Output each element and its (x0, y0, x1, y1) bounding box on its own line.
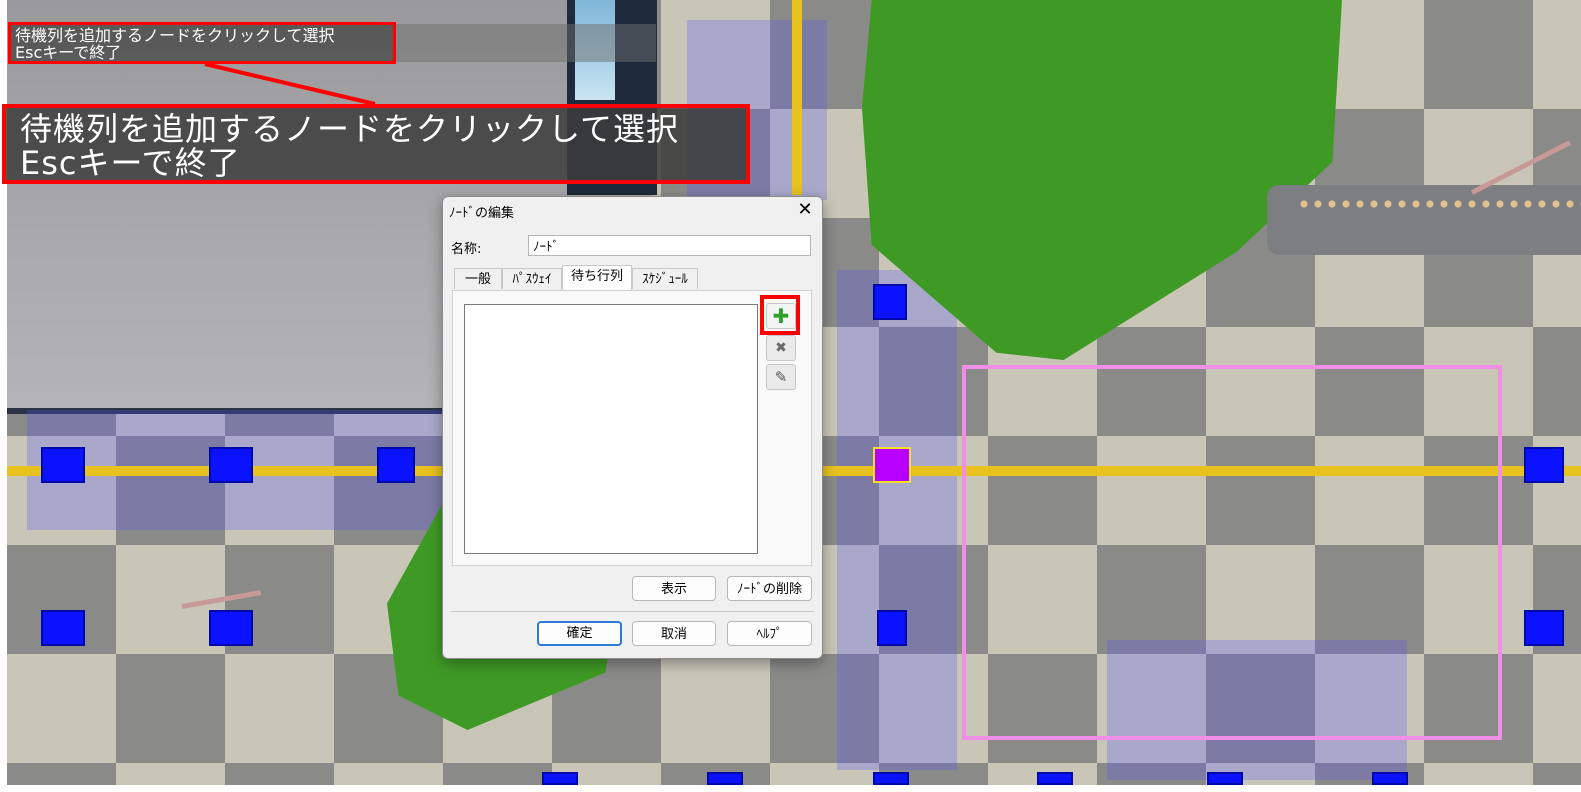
show-button[interactable]: 表示 (632, 576, 716, 601)
dialog-title: ﾉｰﾄﾞの編集 (449, 206, 515, 221)
add-icon[interactable]: ✚ (766, 303, 796, 329)
area-frame (962, 365, 1502, 740)
delete-node-button[interactable]: ﾉｰﾄﾞの削除 (727, 576, 812, 601)
conveyor-object (1267, 185, 1581, 255)
name-input[interactable] (528, 235, 811, 256)
cancel-button[interactable]: 取消 (632, 621, 716, 646)
conveyor-rollers (1297, 198, 1581, 210)
node[interactable] (542, 772, 578, 785)
divider (451, 611, 814, 612)
node[interactable] (209, 447, 253, 483)
tab-pathway[interactable]: ﾊﾟｽｳｪｲ (502, 268, 562, 289)
node[interactable] (1372, 772, 1408, 785)
queue-list[interactable] (464, 304, 758, 554)
node[interactable] (41, 447, 85, 483)
node[interactable] (1037, 772, 1073, 785)
node[interactable] (377, 447, 415, 483)
name-label: 名称: (451, 242, 482, 257)
tab-schedule[interactable]: ｽｹｼﾞｭｰﾙ (632, 268, 698, 289)
queue-panel (452, 290, 812, 566)
node-edit-dialog: ﾉｰﾄﾞの編集 ✕ 名称: 一般 ﾊﾟｽｳｪｲ 待ち行列 ｽｹｼﾞｭｰﾙ ✚ ✖… (442, 196, 823, 659)
instruction-line-1-large: 待機列を追加するノードをクリックして選択 (20, 110, 680, 148)
path-track (792, 0, 802, 195)
close-icon[interactable]: ✕ (794, 199, 816, 221)
node[interactable] (873, 284, 907, 320)
tab-general[interactable]: 一般 (454, 268, 502, 289)
node[interactable] (1524, 447, 1564, 483)
tab-queue[interactable]: 待ち行列 (562, 265, 632, 290)
path-glow (837, 270, 957, 770)
selected-node[interactable] (873, 447, 911, 483)
node[interactable] (209, 610, 253, 646)
node[interactable] (1207, 772, 1243, 785)
node[interactable] (877, 610, 907, 646)
node[interactable] (873, 772, 909, 785)
callout-connector (204, 62, 376, 106)
edit-icon[interactable]: ✎ (766, 364, 796, 390)
delete-icon[interactable]: ✖ (766, 335, 796, 361)
ok-button[interactable]: 確定 (537, 621, 622, 646)
node[interactable] (707, 772, 743, 785)
rod-object (181, 590, 262, 609)
node[interactable] (41, 610, 85, 646)
instruction-text-large: 待機列を追加するノードをクリックして選択 Escキーで終了 (2, 104, 750, 184)
node[interactable] (1524, 610, 1564, 646)
help-button[interactable]: ﾍﾙﾌﾟ (727, 621, 812, 646)
instruction-line-2-large: Escキーで終了 (20, 144, 241, 182)
